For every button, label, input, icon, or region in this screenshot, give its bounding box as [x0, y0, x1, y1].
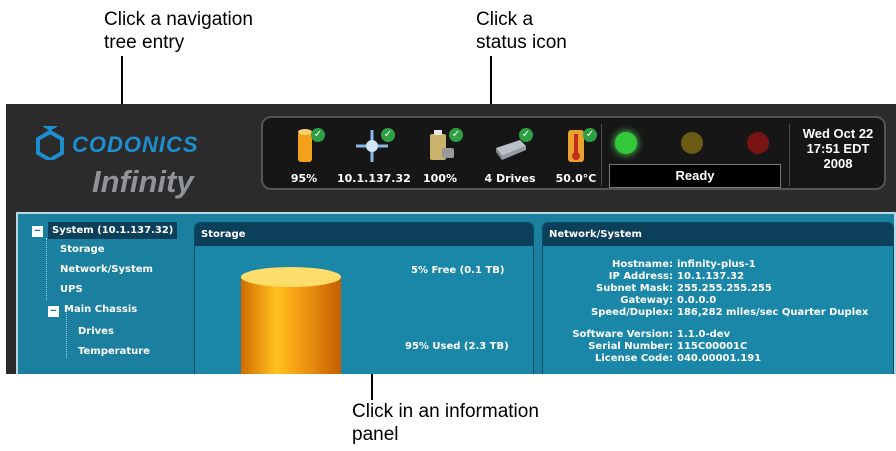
date-time: Wed Oct 22 17:51 EDT 2008 — [793, 126, 883, 171]
ok-check-icon: ✓ — [583, 128, 597, 142]
network-panel-title: Network/System — [543, 223, 893, 246]
callout-navigation-line1: Click a navigation — [104, 9, 253, 30]
callout-status-line1: Click a — [476, 9, 534, 30]
tree-node-network-system[interactable]: Network/System — [60, 264, 153, 275]
network-row-key: Subnet Mask: — [596, 283, 673, 294]
tree-connector — [66, 308, 67, 358]
network-status-value: 10.1.137.32 — [337, 172, 411, 185]
callout-navigation: Click a navigation tree entry — [104, 8, 253, 54]
tree-node-ups[interactable]: UPS — [60, 284, 83, 295]
tree-node-storage[interactable]: Storage — [60, 244, 104, 255]
network-row-ip: IP Address: 10.1.137.32 — [543, 271, 873, 282]
system-status-text: Ready — [609, 164, 781, 188]
app-window: CODONICS Infinity ✓ 95% ✓ 10.1.137.32 ✓ … — [6, 104, 896, 374]
storage-panel[interactable]: Storage 5% Free (0.1 TB) 95% Used (2.3 T… — [194, 222, 534, 374]
collapse-icon[interactable]: − — [32, 226, 43, 237]
ups-status-icon[interactable]: ✓ 100% — [405, 126, 475, 185]
codonics-logo-icon — [36, 126, 64, 160]
ok-check-icon: ✓ — [381, 128, 395, 142]
network-row-value: 0.0.0.0 — [677, 295, 717, 306]
navigation-tree: − System (10.1.137.32) Storage Network/S… — [18, 214, 188, 374]
storage-status-icon[interactable]: ✓ 95% — [269, 126, 339, 185]
callout-panel-line1: Click in an information — [352, 401, 539, 422]
network-row-key: Software Version: — [572, 329, 673, 340]
network-row-subnet: Subnet Mask: 255.255.255.255 — [543, 283, 873, 294]
status-divider — [789, 124, 790, 186]
network-row-value: 186,282 miles/sec Quarter Duplex — [677, 307, 869, 318]
status-divider — [601, 124, 602, 186]
network-row-value: 040.00001.191 — [677, 353, 762, 364]
drives-status-value: 4 Drives — [484, 172, 536, 185]
ok-check-icon: ✓ — [311, 128, 325, 142]
storage-usage-graphic — [241, 267, 341, 374]
network-status-icon[interactable]: ✓ 10.1.137.32 — [337, 126, 411, 185]
network-system-panel[interactable]: Network/System Hostname: infinity-plus-1 … — [542, 222, 894, 374]
callout-panel-line2: panel — [352, 424, 399, 445]
network-row-value: 255.255.255.255 — [677, 283, 772, 294]
network-row-serial: Serial Number: 115C00001C — [543, 341, 873, 352]
red-status-light — [747, 132, 769, 154]
logo-wordmark: CODONICS — [72, 132, 199, 157]
network-row-key: Gateway: — [620, 295, 673, 306]
main-content: − System (10.1.137.32) Storage Network/S… — [16, 212, 896, 374]
network-row-key: Serial Number: — [588, 341, 673, 352]
storage-free-text: 5% Free (0.1 TB) — [411, 265, 505, 276]
green-status-light — [615, 132, 637, 154]
network-row-hostname: Hostname: infinity-plus-1 — [543, 259, 873, 270]
year-line: 2008 — [823, 156, 853, 171]
network-row-value: 1.1.0-dev — [677, 329, 731, 340]
storage-status-value: 95% — [290, 172, 318, 185]
storage-used-text: 95% Used (2.3 TB) — [405, 341, 509, 352]
network-row-key: License Code: — [595, 353, 673, 364]
network-row-license: License Code: 040.00001.191 — [543, 353, 873, 364]
time-line: 17:51 EDT — [806, 141, 870, 156]
tree-node-system[interactable]: System (10.1.137.32) — [48, 222, 178, 239]
storage-panel-title: Storage — [195, 223, 533, 246]
network-row-key: IP Address: — [608, 271, 673, 282]
callout-panel: Click in an information panel — [352, 400, 539, 446]
drives-status-icon[interactable]: ✓ 4 Drives — [475, 126, 545, 185]
ok-check-icon: ✓ — [449, 128, 463, 142]
ok-check-icon: ✓ — [519, 128, 533, 142]
collapse-icon[interactable]: − — [48, 306, 59, 317]
callout-navigation-line2: tree entry — [104, 32, 185, 53]
logo: CODONICS Infinity — [6, 104, 256, 214]
amber-status-light — [681, 132, 703, 154]
network-row-value: 115C00001C — [677, 341, 748, 352]
date-line: Wed Oct 22 — [802, 126, 874, 141]
ups-status-value: 100% — [423, 172, 457, 185]
network-row-gateway: Gateway: 0.0.0.0 — [543, 295, 873, 306]
network-row-value: infinity-plus-1 — [677, 259, 756, 270]
network-row-value: 10.1.137.32 — [677, 271, 745, 282]
callout-status-line2: status icon — [476, 32, 567, 53]
status-bar: ✓ 95% ✓ 10.1.137.32 ✓ 100% ✓ 4 Drives ✓ … — [261, 116, 886, 190]
tree-connector — [46, 238, 47, 300]
tree-node-temperature[interactable]: Temperature — [78, 346, 150, 357]
network-row-key: Speed/Duplex: — [591, 307, 673, 318]
tree-node-drives[interactable]: Drives — [78, 326, 114, 337]
tree-node-main-chassis[interactable]: Main Chassis — [64, 304, 137, 315]
network-row-software-version: Software Version: 1.1.0-dev — [543, 329, 873, 340]
logo-product-name: Infinity — [92, 164, 194, 199]
network-row-key: Hostname: — [611, 259, 673, 270]
network-row-speed: Speed/Duplex: 186,282 miles/sec Quarter D… — [543, 307, 873, 318]
callout-status: Click a status icon — [476, 8, 567, 54]
